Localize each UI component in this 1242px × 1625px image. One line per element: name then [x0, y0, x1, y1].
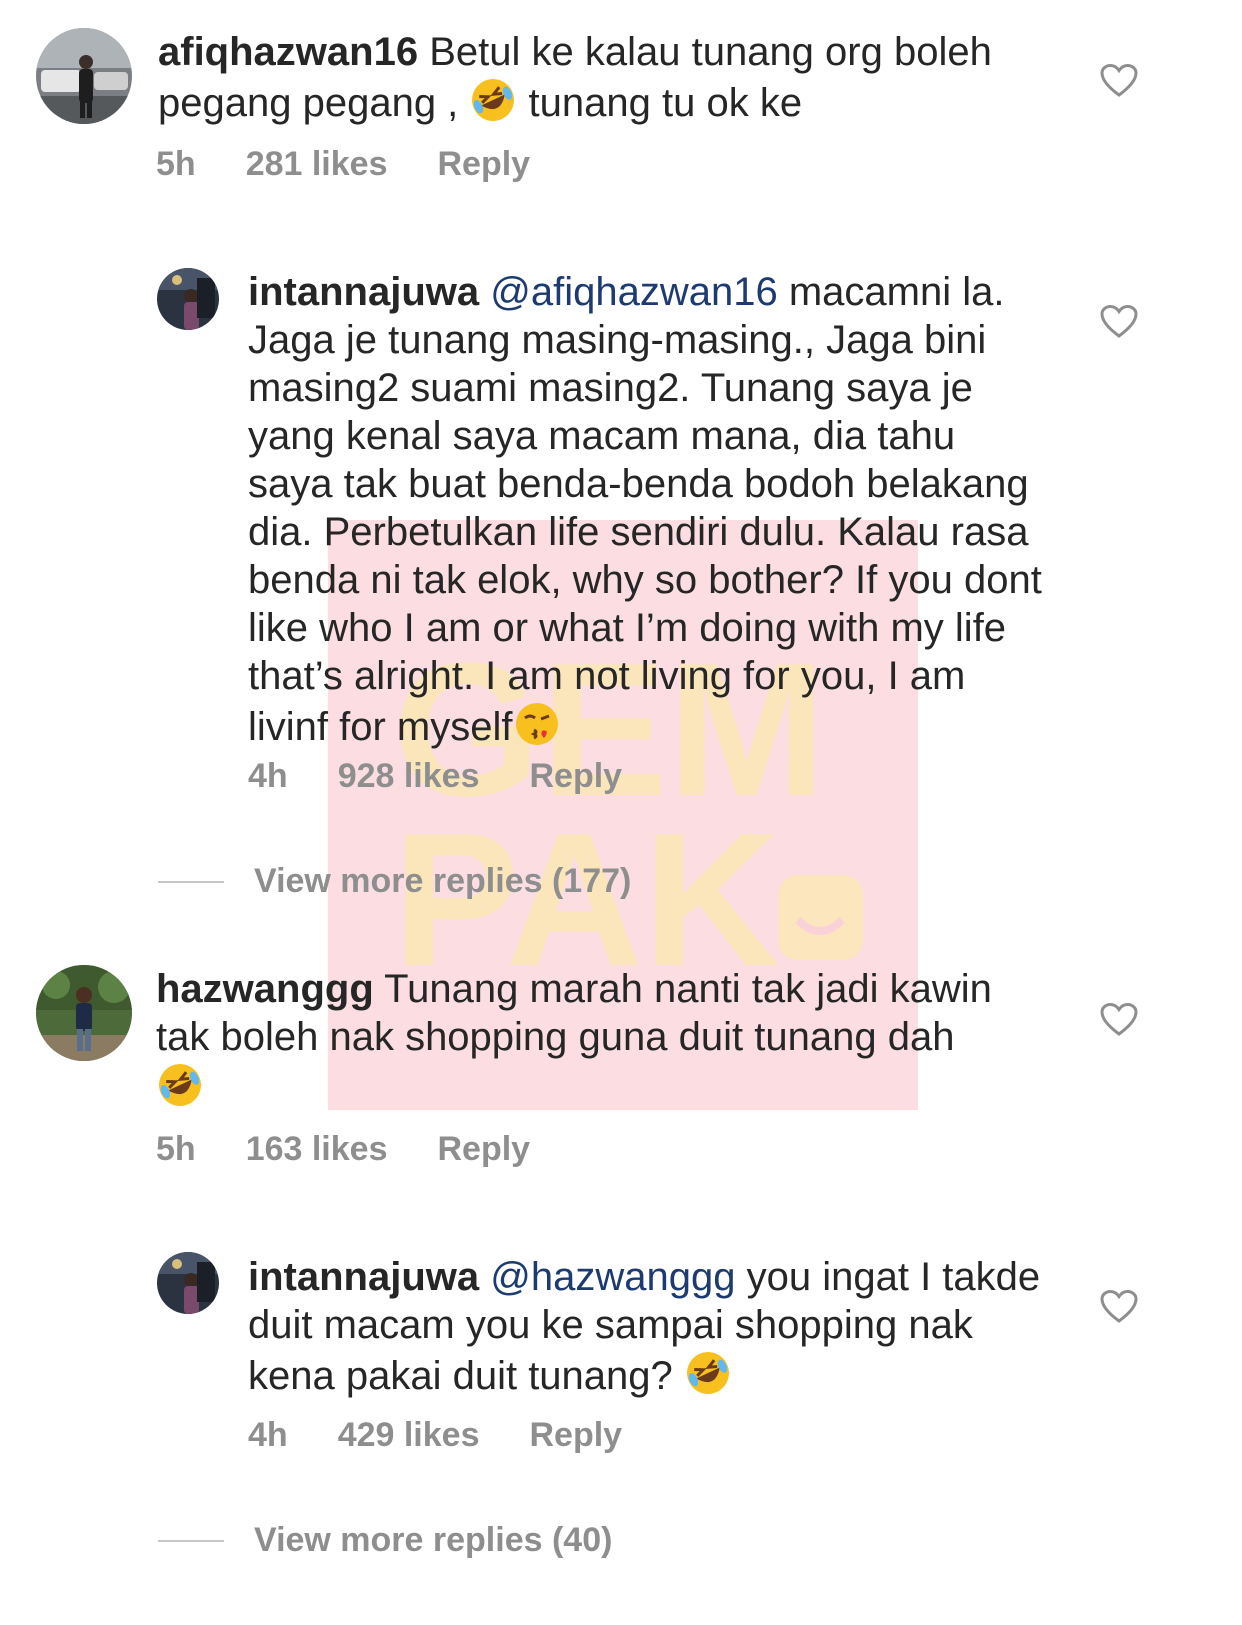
- mention-link[interactable]: @afiqhazwan16: [490, 270, 777, 314]
- reply-button[interactable]: Reply: [529, 1416, 622, 1455]
- comment-message: macamni la. Jaga je tunang masing-masing…: [248, 270, 1042, 749]
- reply-button[interactable]: Reply: [437, 145, 530, 184]
- heart-icon[interactable]: [1100, 1289, 1138, 1324]
- comment-text: intannajuwa @hazwanggg you ingat I takde…: [248, 1253, 1048, 1400]
- reply-button[interactable]: Reply: [529, 757, 622, 796]
- comment-meta: 5h 163 likes Reply: [156, 1130, 530, 1169]
- heart-icon[interactable]: [1100, 1002, 1138, 1037]
- comment-text: afiqhazwan16 Betul ke kalau tunang org b…: [158, 28, 1038, 127]
- rolling-laughing-emoji: [469, 76, 517, 124]
- view-more-replies-label[interactable]: View more replies (177): [254, 862, 631, 901]
- comment-username[interactable]: hazwanggg: [156, 967, 374, 1011]
- avatar[interactable]: [36, 28, 132, 124]
- comment-time: 4h: [248, 757, 288, 795]
- comment-time: 5h: [156, 1130, 196, 1168]
- comment-username[interactable]: intannajuwa: [248, 270, 479, 314]
- comment-meta: 4h 928 likes Reply: [248, 757, 622, 796]
- comment-text: intannajuwa @afiqhazwan16 macamni la. Ja…: [248, 268, 1048, 751]
- comment-username[interactable]: intannajuwa: [248, 1255, 479, 1299]
- comment-time: 4h: [248, 1416, 288, 1454]
- rolling-laughing-emoji: [156, 1061, 204, 1109]
- heart-icon[interactable]: [1100, 63, 1138, 98]
- avatar[interactable]: [157, 1252, 219, 1314]
- face-blowing-kiss-emoji: [513, 700, 561, 748]
- avatar[interactable]: [157, 268, 219, 330]
- comment-likes[interactable]: 281 likes: [246, 145, 388, 184]
- reply-button[interactable]: Reply: [437, 1130, 530, 1169]
- comment-likes[interactable]: 163 likes: [246, 1130, 388, 1169]
- comment-text: hazwanggg Tunang marah nanti tak jadi ka…: [156, 965, 1036, 1112]
- comment-likes[interactable]: 928 likes: [338, 757, 480, 796]
- comment-meta: 5h 281 likes Reply: [156, 145, 530, 184]
- comment-time: 5h: [156, 145, 196, 183]
- view-more-replies-label[interactable]: View more replies (40): [254, 1521, 612, 1560]
- comment-likes[interactable]: 429 likes: [338, 1416, 480, 1455]
- rolling-laughing-emoji: [684, 1349, 732, 1397]
- heart-icon[interactable]: [1100, 304, 1138, 339]
- thread-divider-line: [158, 1539, 224, 1542]
- comment-username[interactable]: afiqhazwan16: [158, 30, 418, 74]
- mention-link[interactable]: @hazwanggg: [490, 1255, 735, 1299]
- comment-meta: 4h 429 likes Reply: [248, 1416, 622, 1455]
- view-more-replies-button[interactable]: View more replies (40): [158, 1521, 612, 1560]
- avatar[interactable]: [36, 965, 132, 1061]
- view-more-replies-button[interactable]: View more replies (177): [158, 862, 631, 901]
- comment-message-continued: tunang tu ok ke: [528, 81, 803, 125]
- thread-divider-line: [158, 880, 224, 883]
